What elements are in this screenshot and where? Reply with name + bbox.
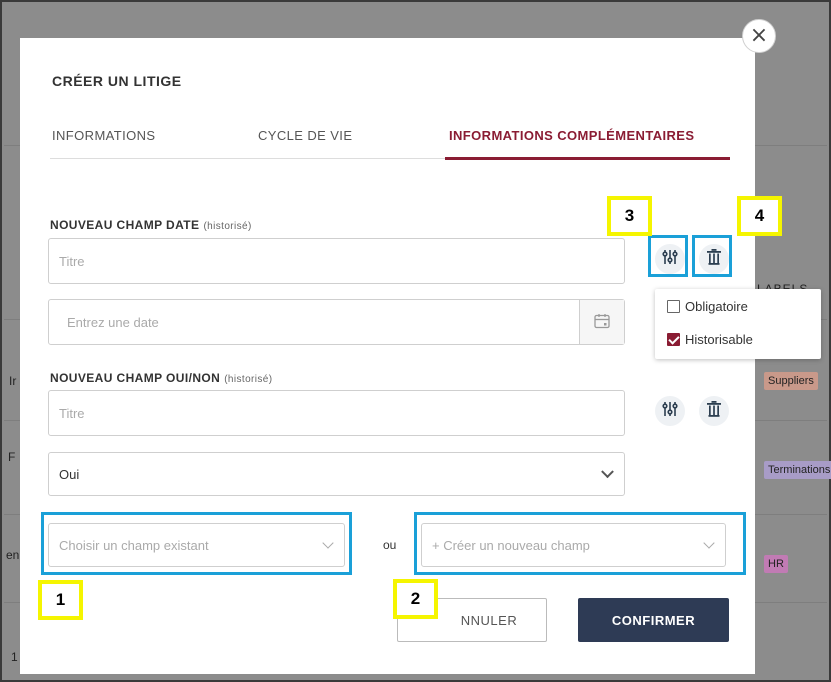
bg-text: 1	[11, 650, 18, 664]
chevron-down-icon	[601, 465, 614, 479]
modal-title: CRÉER UN LITIGE	[52, 73, 182, 89]
active-tab-indicator	[445, 157, 730, 160]
yesno-value: Oui	[59, 466, 80, 482]
yesno-field-settings-button[interactable]	[655, 396, 685, 426]
obligatoire-label: Obligatoire	[685, 299, 748, 314]
yesno-value-select[interactable]: Oui	[48, 452, 625, 496]
obligatoire-checkbox[interactable]	[667, 300, 680, 313]
calendar-icon	[593, 312, 611, 333]
confirm-label: CONFIRMER	[611, 612, 696, 628]
yesno-title-placeholder: Titre	[59, 405, 85, 421]
date-value-input[interactable]: Entrez une date	[48, 299, 625, 345]
tag-hr: HR	[764, 555, 788, 573]
trash-icon	[706, 400, 722, 423]
annotation-badge-3: 3	[607, 196, 652, 236]
yesno-section-title: NOUVEAU CHAMP OUI/NON	[50, 371, 221, 385]
or-separator: ou	[383, 538, 397, 552]
historisable-checkbox[interactable]	[667, 333, 680, 346]
confirm-button[interactable]: CONFIRMER	[578, 598, 729, 642]
date-value-placeholder: Entrez une date	[67, 314, 159, 330]
historise-note: (historisé)	[203, 221, 252, 232]
close-button[interactable]: ×	[742, 19, 776, 53]
highlight-box-3	[648, 235, 688, 277]
tab-informations[interactable]: INFORMATIONS	[52, 128, 156, 143]
bg-text: F	[8, 450, 16, 464]
highlight-box-4	[692, 235, 732, 277]
tab-informations-complementaires[interactable]: INFORMATIONS COMPLÉMENTAIRES	[449, 128, 694, 143]
highlight-box-1	[41, 512, 352, 575]
highlight-box-2	[414, 512, 746, 575]
calendar-button[interactable]	[579, 300, 624, 344]
annotation-badge-2: 2	[393, 579, 438, 619]
historise-note: (historisé)	[224, 374, 273, 385]
bg-text: en	[6, 548, 20, 562]
date-title-placeholder: Titre	[59, 253, 85, 269]
settings-sliders-icon	[661, 400, 679, 423]
bg-text: Ir	[9, 374, 17, 388]
tag-terminations: Terminations	[764, 461, 831, 479]
tab-cycle-de-vie[interactable]: CYCLE DE VIE	[258, 128, 352, 143]
cancel-label: NNULER	[460, 612, 518, 628]
yesno-title-input[interactable]: Titre	[48, 390, 625, 436]
date-section-label: NOUVEAU CHAMP DATE (historisé)	[50, 218, 252, 232]
date-title-input[interactable]: Titre	[48, 238, 625, 284]
tag-suppliers: Suppliers	[764, 372, 818, 390]
annotation-badge-4: 4	[737, 196, 782, 236]
historisable-label: Historisable	[685, 332, 753, 347]
yesno-section-label: NOUVEAU CHAMP OUI/NON (historisé)	[50, 371, 273, 385]
yesno-field-delete-button[interactable]	[699, 396, 729, 426]
option-historisable[interactable]: Historisable	[667, 332, 753, 347]
field-options-popover: Obligatoire Historisable	[655, 289, 821, 359]
annotation-badge-1: 1	[38, 580, 83, 620]
option-obligatoire[interactable]: Obligatoire	[667, 299, 748, 314]
date-section-title: NOUVEAU CHAMP DATE	[50, 218, 200, 232]
